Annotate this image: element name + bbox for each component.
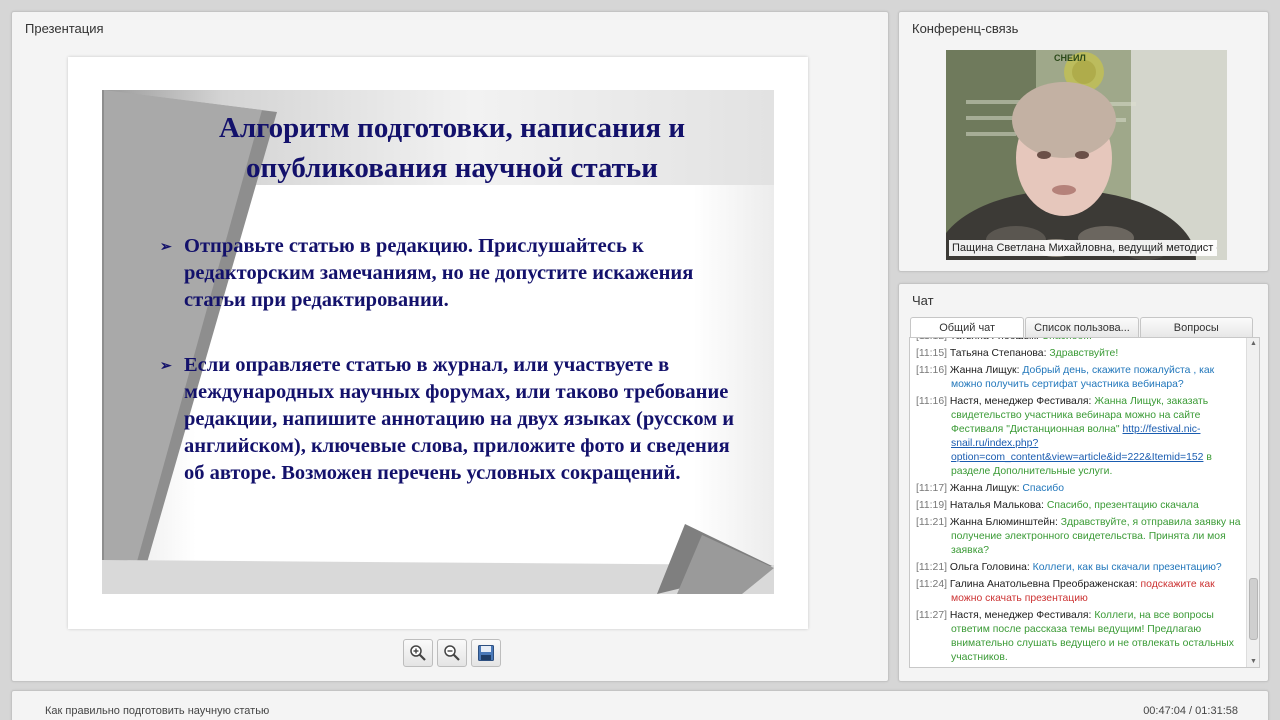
chat-message-author: Татьяна Рябошык: — [950, 338, 1039, 342]
slide-bullet-1: ➢ Отправьте статью в редакцию. Прислушай… — [160, 233, 744, 314]
chat-message-time: [11:17] — [916, 483, 948, 494]
presenter-video-image — [946, 50, 1227, 260]
scroll-up-icon[interactable]: ▲ — [1248, 338, 1259, 349]
chat-tabs: Общий чат Список пользова... Вопросы — [910, 317, 1254, 338]
playback-time: 00:47:04 / 01:31:58 — [1143, 705, 1238, 717]
chat-message-author: Настя, менеджер Фестиваля: — [949, 610, 1092, 621]
chat-message-time: [11:27] — [916, 610, 948, 621]
chat-message: [11:21] Жанна Блюминштейн: Здравствуйте,… — [916, 516, 1244, 558]
chat-message-author: Настя, менеджер Фестиваля: — [949, 396, 1092, 407]
zoom-in-icon — [410, 645, 426, 661]
chat-message: [11:21] Ольга Головина: Коллеги, как вы … — [916, 561, 1244, 575]
chat-message: [11:12] Татьяна Рябошык: Спасибо!!! — [916, 338, 1244, 344]
chat-message: [11:19] Наталья Малькова: Спасибо, презе… — [916, 499, 1244, 513]
chat-message-author: Жанна Лищук: — [949, 483, 1020, 494]
chat-message-author: Наталья Малькова: — [949, 500, 1044, 511]
scroll-down-icon[interactable]: ▼ — [1248, 656, 1259, 667]
chat-message: [11:27] Настя, менеджер Фестиваля: Колле… — [916, 609, 1244, 665]
bullet-arrow-icon: ➢ — [160, 240, 172, 255]
chat-message-author: Жанна Лищук: — [949, 365, 1020, 376]
chat-message-time: [11:19] — [916, 500, 948, 511]
chat-message-time: [11:21] — [916, 562, 948, 573]
chat-message-author: Татьяна Степанова: — [949, 348, 1047, 359]
chat-message-author: Жанна Блюминштейн: — [949, 517, 1058, 528]
presentation-panel: Презентация Алгоритм подготовки, написан… — [11, 11, 889, 682]
slide-bullet-2: ➢ Если оправляете статью в журнал, или у… — [160, 352, 744, 487]
chat-message: [11:24] Галина Анатольевна Преображенска… — [916, 578, 1244, 606]
chat-message-text: Коллеги, как вы скачали презентацию? — [1032, 562, 1222, 573]
chat-panel-title: Чат — [912, 293, 934, 308]
zoom-out-button[interactable] — [437, 639, 467, 667]
tab-questions[interactable]: Вопросы — [1139, 317, 1253, 338]
tab-general-chat[interactable]: Общий чат — [910, 317, 1025, 338]
slide: Алгоритм подготовки, написания и опублик… — [102, 90, 774, 594]
chat-message-author: Ольга Головина: — [949, 562, 1030, 573]
chat-message-time: [11:15] — [916, 348, 948, 359]
zoom-in-button[interactable] — [403, 639, 433, 667]
conference-panel-title: Конференц-связь — [912, 21, 1019, 36]
chat-message-time: [11:12] — [916, 338, 947, 342]
chat-messages-box[interactable]: [11:12] Татьяна Рябошык: Спасибо!!![11:1… — [909, 337, 1260, 668]
video-banner-text: СНЕИЛ — [1054, 53, 1086, 63]
chat-message-text: Здравствуйте! — [1049, 348, 1119, 359]
chat-message-text: Спасибо, презентацию скачала — [1046, 500, 1199, 511]
chat-message-text: Спасибо!!! — [1042, 338, 1092, 342]
chat-message-time: [11:24] — [916, 579, 948, 590]
tab-user-list[interactable]: Список пользова... — [1025, 317, 1139, 338]
video-caption: Пащина Светлана Михайловна, ведущий мето… — [949, 240, 1217, 256]
chat-message-list: [11:12] Татьяна Рябошык: Спасибо!!![11:1… — [916, 338, 1244, 667]
chat-message: [11:15] Татьяна Степанова: Здравствуйте! — [916, 347, 1244, 361]
bullet-arrow-icon: ➢ — [160, 359, 172, 374]
slide-title: Алгоритм подготовки, написания и опублик… — [218, 112, 686, 184]
chat-message-time: [11:21] — [916, 517, 948, 528]
presentation-panel-title: Презентация — [25, 21, 104, 36]
video-feed[interactable]: СНЕИЛ Пащина Светлана Михайловна, ведущи… — [946, 50, 1227, 260]
scrollbar-thumb[interactable] — [1249, 578, 1258, 640]
chat-panel: Чат Общий чат Список пользова... Вопросы… — [898, 283, 1269, 682]
slide-bullet-text: Отправьте статью в редакцию. Прислушайте… — [184, 235, 694, 311]
chat-message: [11:17] Жанна Лищук: Спасибо — [916, 482, 1244, 496]
slide-toolbar — [403, 639, 501, 667]
floppy-disk-icon — [478, 645, 494, 661]
conference-panel: Конференц-связь СНЕИЛ Пащина Светлана Ми… — [898, 11, 1269, 272]
chat-message-time: [11:16] — [916, 365, 948, 376]
zoom-out-icon — [444, 645, 460, 661]
chat-message-time: [11:16] — [916, 396, 948, 407]
slide-bullet-text: Если оправляете статью в журнал, или уча… — [184, 354, 735, 484]
chat-message: [11:16] Настя, менеджер Фестиваля: Жанна… — [916, 395, 1244, 479]
webinar-title: Как правильно подготовить научную статью — [45, 705, 270, 717]
chat-message-author: Галина Анатольевна Преображенская: — [949, 579, 1138, 590]
save-button[interactable] — [471, 639, 501, 667]
footer-bar: Как правильно подготовить научную статью… — [11, 690, 1269, 720]
chat-message: [11:16] Жанна Лищук: Добрый день, скажит… — [916, 364, 1244, 392]
slide-viewer: Алгоритм подготовки, написания и опублик… — [68, 57, 808, 629]
chat-scrollbar[interactable]: ▲ ▼ — [1246, 338, 1259, 667]
chat-message-text: Спасибо — [1022, 483, 1064, 494]
